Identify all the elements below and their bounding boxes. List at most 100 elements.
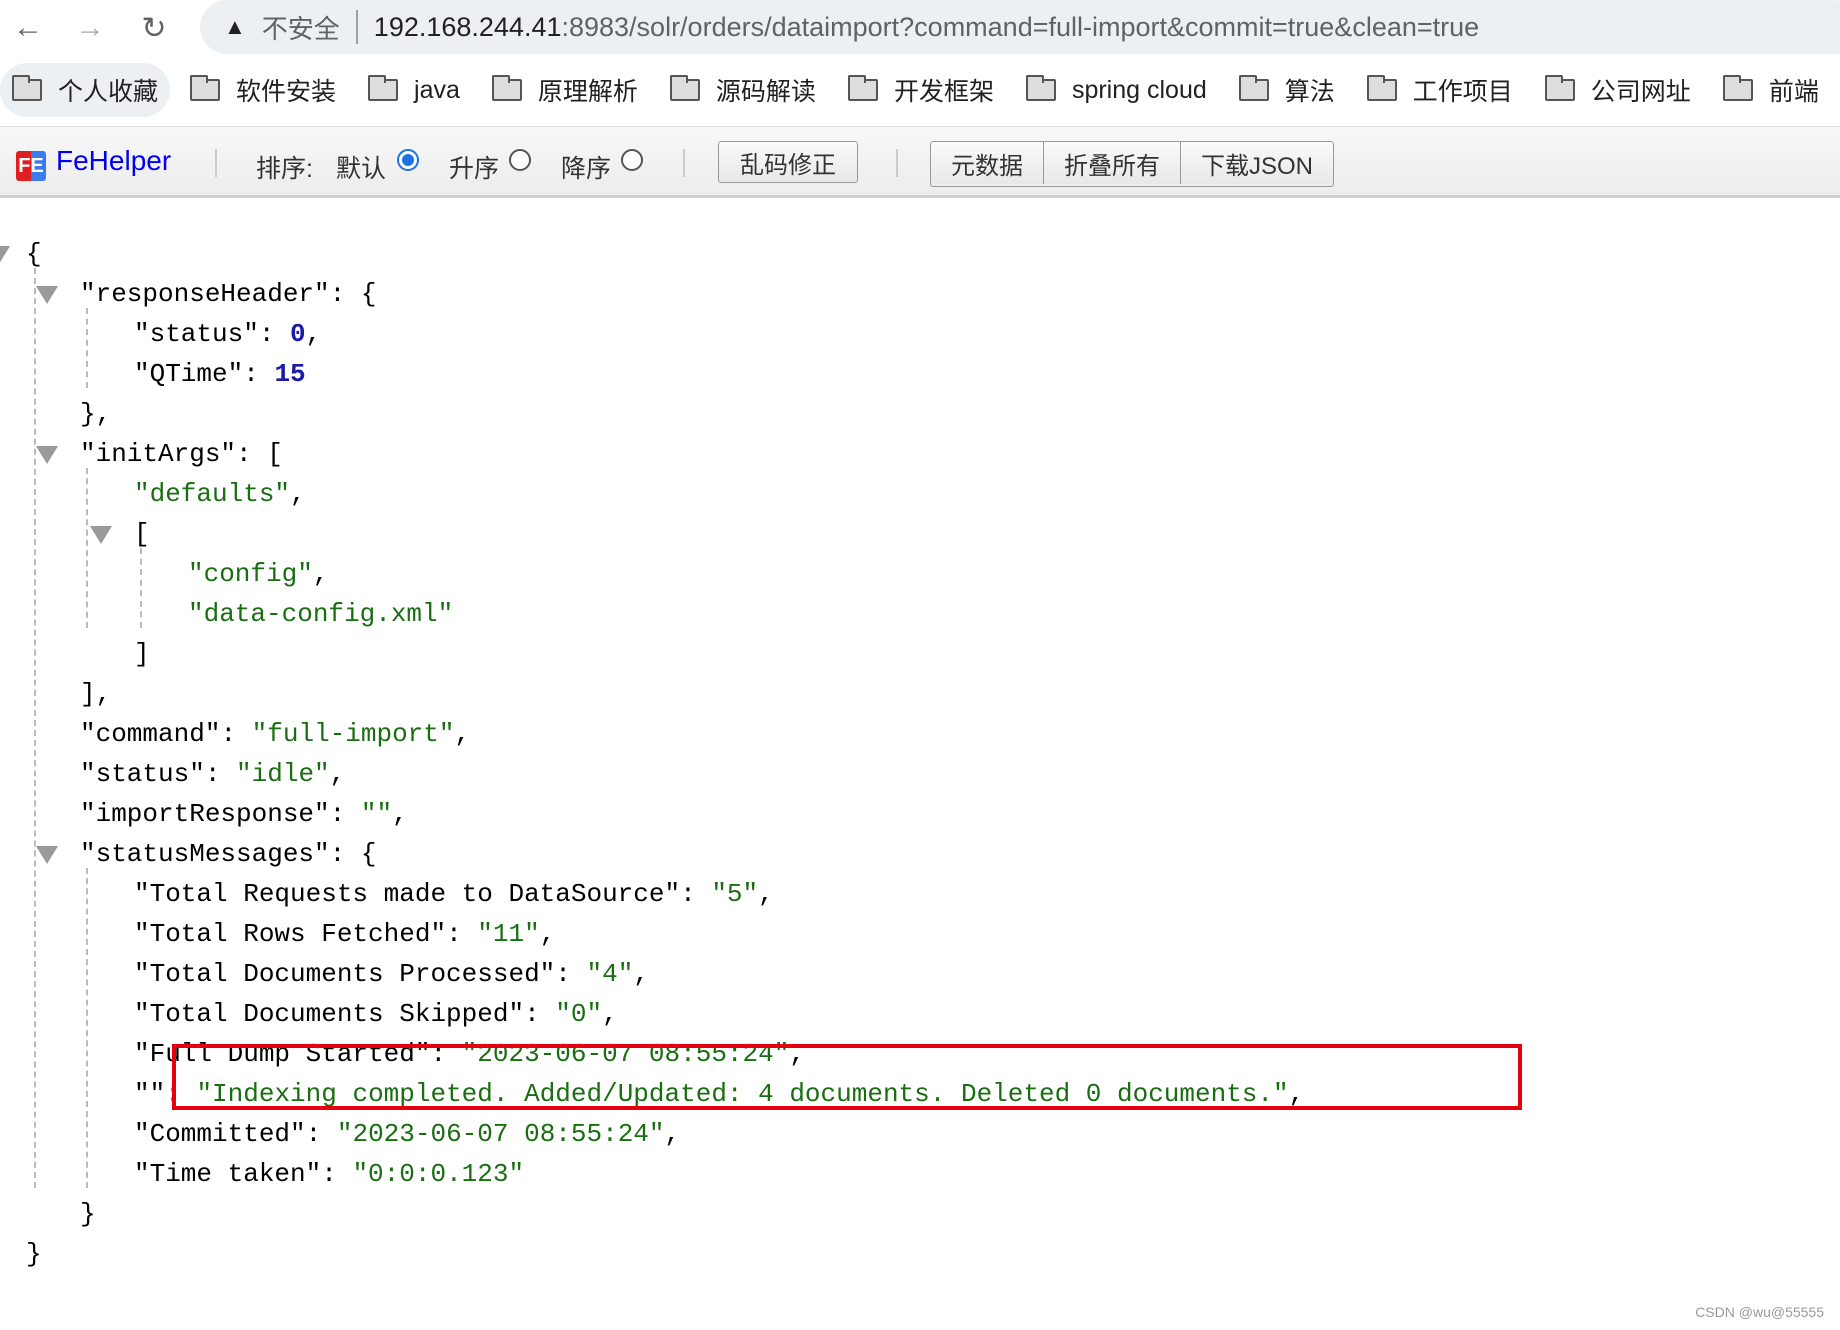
watermark: CSDN @wu@55555 xyxy=(1695,1304,1824,1320)
folder-icon xyxy=(1238,75,1269,101)
folder-icon xyxy=(491,75,522,101)
bookmark-label: spring cloud xyxy=(1071,75,1207,104)
collapse-triangle-icon[interactable] xyxy=(0,246,10,264)
forward-arrow-icon[interactable]: → xyxy=(70,8,110,48)
sort-desc-radio[interactable] xyxy=(621,149,643,171)
json-line: "Total Documents Processed": "4", xyxy=(134,954,649,994)
folder-icon xyxy=(12,75,42,101)
json-string-value: "defaults" xyxy=(134,479,291,509)
json-string-value: "idle" xyxy=(236,759,330,789)
toolbar-divider xyxy=(215,149,217,177)
collapse-triangle-icon[interactable] xyxy=(36,446,58,464)
indent-guide xyxy=(86,868,88,1188)
warning-triangle-icon[interactable]: ▲ xyxy=(224,14,246,40)
json-line: "Total Requests made to DataSource": "5"… xyxy=(134,874,774,914)
bookmark-label: 前端 xyxy=(1768,78,1819,106)
folder-icon xyxy=(847,75,878,101)
json-line: ] xyxy=(134,634,150,674)
bookmark-label: 开发框架 xyxy=(893,78,994,106)
download-json-button[interactable]: 下载JSON xyxy=(1181,142,1334,184)
json-key: "Total Documents Skipped" xyxy=(134,999,525,1029)
json-key: "status" xyxy=(80,759,205,789)
json-punctuation: : { xyxy=(329,839,377,869)
bookmark-folder[interactable]: 公司网址 xyxy=(1533,63,1703,117)
collapse-all-button[interactable]: 折叠所有 xyxy=(1044,142,1181,184)
browser-toolbar: ← → ↻ ▲ 不安全 192.168.244.41:8983/solr/ord… xyxy=(0,0,1840,56)
json-key: "statusMessages" xyxy=(80,839,330,869)
json-number-value: 0 xyxy=(290,319,306,349)
indent-guide xyxy=(86,308,88,388)
json-string-value: "2023-06-07 08:55:24" xyxy=(336,1119,665,1149)
json-string-value: "" xyxy=(360,799,393,829)
json-key: "status" xyxy=(134,319,259,349)
sort-desc-label[interactable]: 降序 xyxy=(561,149,611,185)
folder-icon xyxy=(669,75,700,101)
sort-asc-label[interactable]: 升序 xyxy=(449,149,499,185)
json-punctuation: } xyxy=(80,1199,96,1229)
collapse-triangle-icon[interactable] xyxy=(36,286,58,304)
json-line: "data-config.xml" xyxy=(188,594,453,634)
json-key: "responseHeader" xyxy=(80,279,330,309)
json-punctuation: : xyxy=(204,759,237,789)
json-key: "initArgs" xyxy=(80,439,237,469)
json-string-value: "11" xyxy=(477,919,540,949)
bookmark-folder[interactable]: 算法 xyxy=(1227,63,1347,117)
bookmark-label: 软件安装 xyxy=(236,78,337,106)
json-line: "status": 0, xyxy=(134,314,321,354)
folder-icon xyxy=(1544,75,1575,101)
bookmark-folder[interactable]: 源码解读 xyxy=(658,63,828,117)
collapse-triangle-icon[interactable] xyxy=(90,526,112,544)
json-punctuation: , xyxy=(758,879,774,909)
json-punctuation: , xyxy=(664,1119,681,1149)
json-line: "responseHeader": { xyxy=(80,274,376,314)
metadata-button[interactable]: 元数据 xyxy=(931,142,1044,184)
json-line: "initArgs": [ xyxy=(80,434,283,474)
json-line: "importResponse": "", xyxy=(80,794,408,834)
json-line: } xyxy=(80,1194,96,1234)
json-string-value: "data-config.xml" xyxy=(188,599,454,629)
bookmark-folder[interactable]: 软件安装 xyxy=(178,63,348,117)
fix-encoding-button[interactable]: 乱码修正 xyxy=(718,141,858,183)
json-string-value: "0:0:0.123" xyxy=(352,1159,525,1189)
json-string-value: "full-import" xyxy=(251,719,455,749)
json-line: "command": "full-import", xyxy=(80,714,470,754)
json-punctuation: ] xyxy=(134,639,150,669)
json-line: "Total Documents Skipped": "0", xyxy=(134,994,618,1034)
json-punctuation: ], xyxy=(80,679,112,709)
json-number-value: 15 xyxy=(274,359,306,389)
json-string-value: "4" xyxy=(586,959,634,989)
json-punctuation: , xyxy=(329,759,346,789)
bookmark-folder[interactable]: java xyxy=(356,63,472,117)
json-punctuation: , xyxy=(602,999,618,1029)
json-line: ], xyxy=(80,674,111,714)
reload-icon[interactable]: ↻ xyxy=(134,8,174,48)
bookmark-folder[interactable]: spring cloud xyxy=(1014,63,1219,117)
json-line: }, xyxy=(80,394,111,434)
json-key: "" xyxy=(134,1079,166,1109)
bookmark-folder[interactable]: 原理解析 xyxy=(480,63,650,117)
json-line: "defaults", xyxy=(134,474,306,514)
url-path: :8983/solr/orders/dataimport?command=ful… xyxy=(561,11,1480,42)
sort-default-radio[interactable] xyxy=(397,149,419,171)
json-punctuation: , xyxy=(290,479,306,509)
json-string-value: "5" xyxy=(711,879,759,909)
bookmark-folder[interactable]: 工作项目 xyxy=(1355,63,1525,117)
bookmark-folder[interactable]: 个人收藏 xyxy=(0,63,171,117)
bookmark-label: 算法 xyxy=(1284,78,1335,106)
json-line: "statusMessages": { xyxy=(80,834,376,874)
folder-icon xyxy=(1722,75,1753,101)
bookmark-folder[interactable]: 前端 xyxy=(1711,63,1831,117)
bookmark-folder[interactable]: 开发框架 xyxy=(836,63,1006,117)
security-label[interactable]: 不安全 xyxy=(262,9,340,46)
back-arrow-icon[interactable]: ← xyxy=(8,8,48,48)
json-punctuation: : xyxy=(258,319,291,349)
json-punctuation: : xyxy=(220,719,252,749)
url-text[interactable]: 192.168.244.41:8983/solr/orders/dataimpo… xyxy=(374,12,1479,43)
fehelper-title[interactable]: FeHelper xyxy=(56,145,171,177)
sort-default-label[interactable]: 默认 xyxy=(336,149,386,185)
sort-asc-radio[interactable] xyxy=(509,149,531,171)
collapse-triangle-icon[interactable] xyxy=(36,846,58,864)
json-line: "Total Rows Fetched": "11", xyxy=(134,914,555,954)
json-punctuation: , xyxy=(633,959,649,989)
address-bar[interactable]: ▲ 不安全 192.168.244.41:8983/solr/orders/da… xyxy=(200,0,1840,54)
